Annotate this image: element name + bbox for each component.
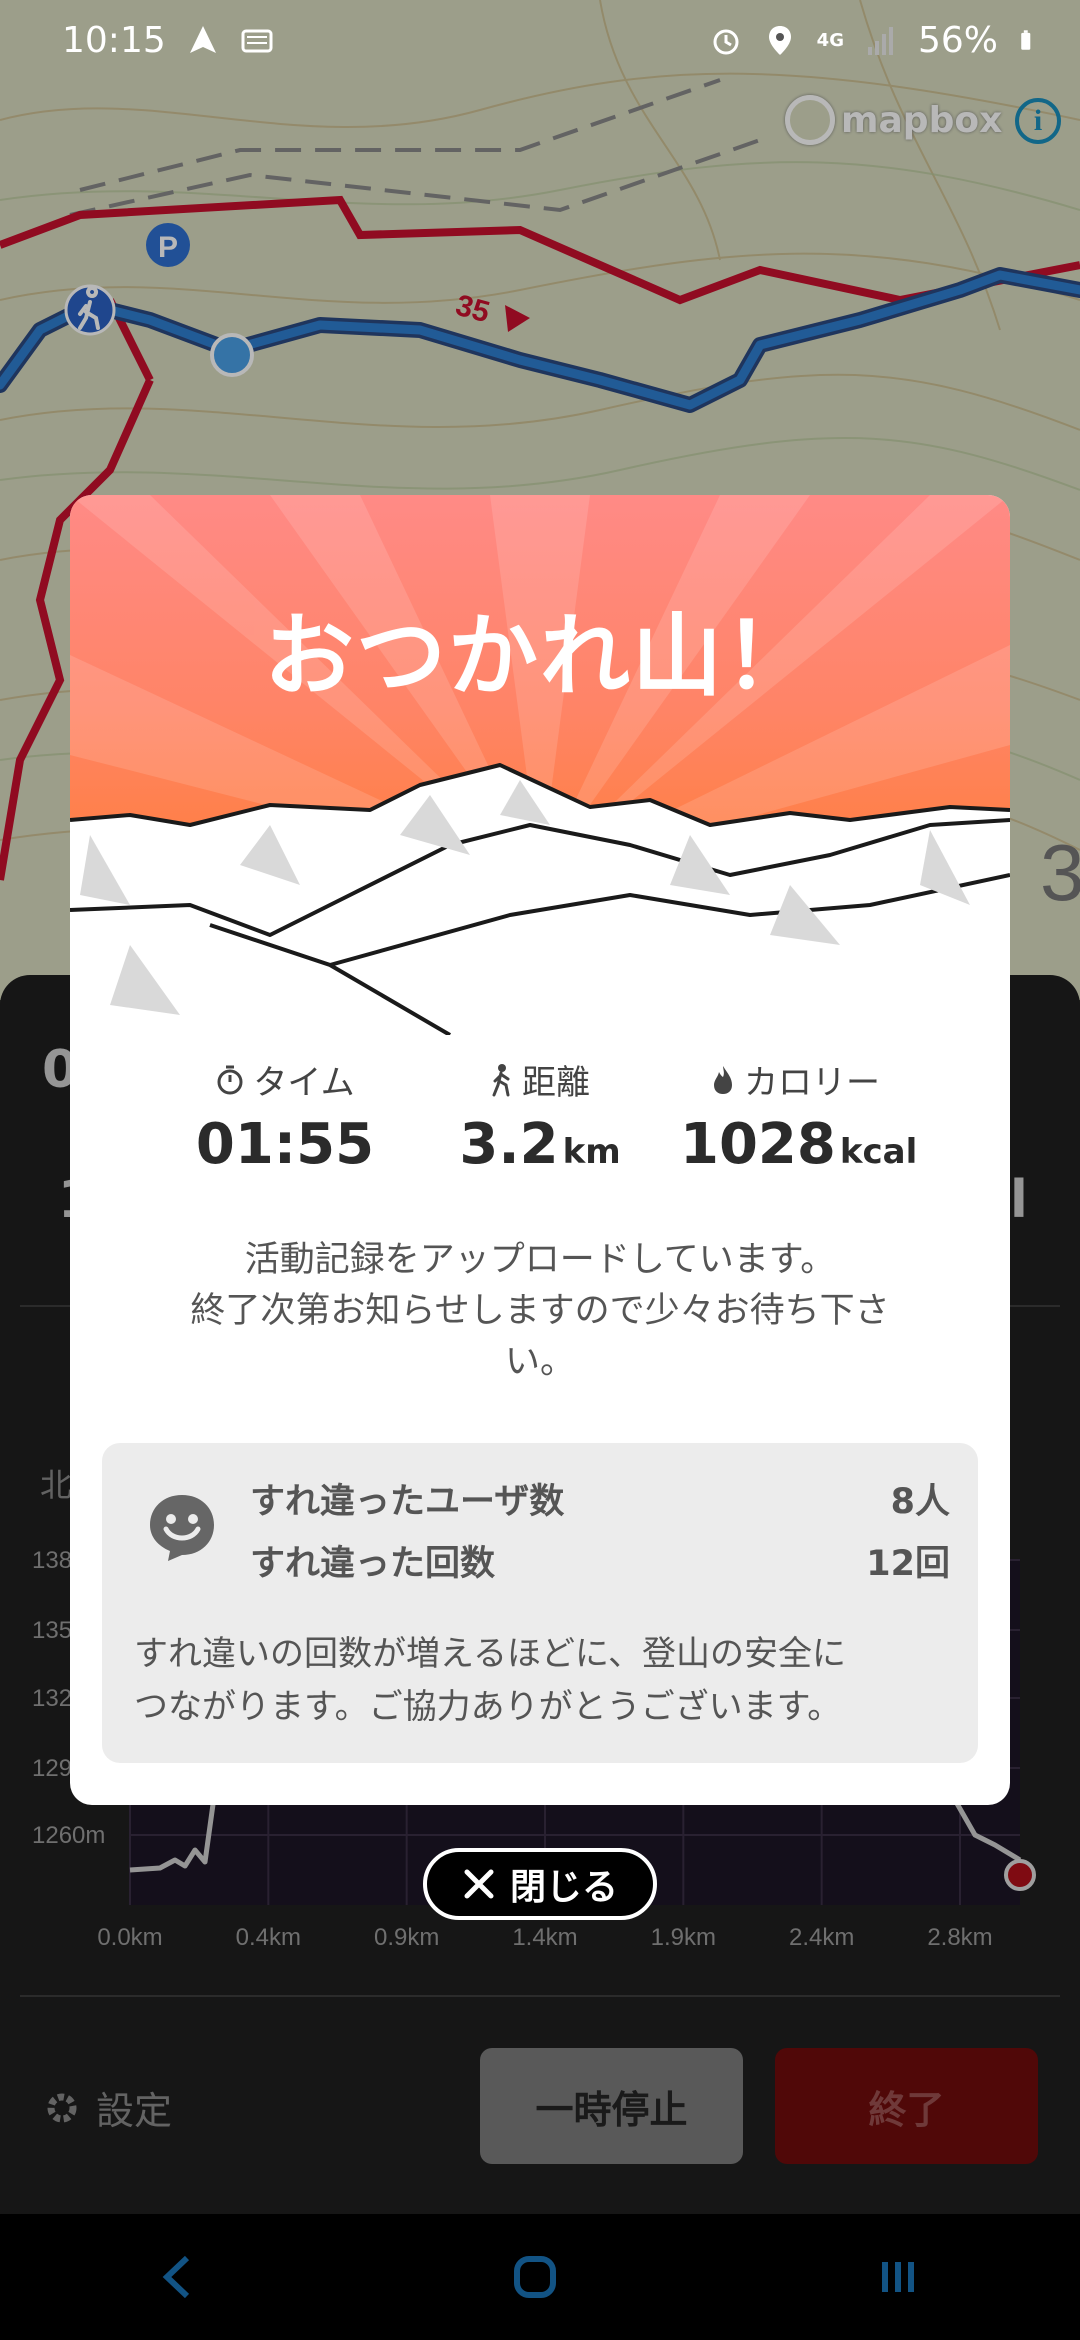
stat-calorie: カロリー 1028 kcal: [680, 1055, 918, 1177]
battery-percent: 56%: [917, 19, 998, 61]
stat-time: タイム 01:55: [185, 1055, 385, 1177]
stat-time-label: タイム: [253, 1063, 355, 1103]
distance-unit: km: [562, 1132, 621, 1172]
notification-icon: [241, 29, 273, 53]
flame-icon: [714, 1065, 732, 1094]
summary-dialog: おつかれ山！ タイム 01:55 距離 3.2 km カロリー 1028 kca…: [70, 495, 1010, 1805]
encounter-users-label: すれ違ったユーザ数: [250, 1482, 565, 1522]
signal-icon: [867, 27, 893, 55]
alarm-icon: [713, 29, 739, 55]
location-icon: [768, 26, 791, 55]
stat-distance-label: 距離: [522, 1063, 590, 1103]
clock: 10:15: [62, 19, 166, 61]
encounter-count-row: すれ違った回数 12回: [250, 1535, 950, 1586]
encounter-users-value: 8人: [890, 1482, 950, 1522]
activity-stats: タイム 01:55 距離 3.2 km カロリー 1028 kcal: [70, 1055, 1010, 1195]
stat-distance: 距離 3.2 km: [440, 1055, 640, 1177]
stat-time-value: 01:55: [195, 1112, 375, 1177]
battery-icon: [1021, 30, 1031, 50]
encounter-note: すれ違いの回数が増えるほどに、登山の安全に つながります。ご協力ありがとうござい…: [134, 1634, 846, 1727]
hero-illustration: [70, 495, 1010, 1035]
encounter-count-label: すれ違った回数: [250, 1544, 496, 1584]
navigation-icon: [189, 26, 216, 53]
stat-calorie-value: 1028 kcal: [680, 1112, 918, 1177]
close-icon: [464, 1869, 494, 1899]
stat-calorie-label: カロリー: [744, 1063, 880, 1103]
dialog-title: おつかれ山！: [264, 604, 816, 709]
close-label: 閉じる: [509, 1867, 618, 1908]
upload-message: 活動記録をアップロードしています。 終了次第お知らせしますので少々お待ち下さ い…: [190, 1240, 890, 1382]
stopwatch-icon: [217, 1065, 243, 1094]
encounter-users-row: すれ違ったユーザ数 8人: [250, 1473, 950, 1524]
encounter-card: すれ違ったユーザ数 8人 すれ違った回数 12回 すれ違いの回数が増えるほどに、…: [102, 1443, 978, 1763]
hero-banner: おつかれ山！: [70, 495, 1010, 1035]
encounter-count-value: 12回: [866, 1544, 950, 1584]
close-button[interactable]: 閉じる: [423, 1848, 657, 1920]
calorie-unit: kcal: [839, 1132, 918, 1172]
stat-distance-value: 3.2 km: [459, 1112, 621, 1177]
network-type: 4G: [816, 29, 844, 51]
status-bar: 10:15 4G 56%: [0, 0, 1080, 80]
hiker-icon: [492, 1063, 510, 1096]
smile-face-icon: [150, 1495, 214, 1561]
